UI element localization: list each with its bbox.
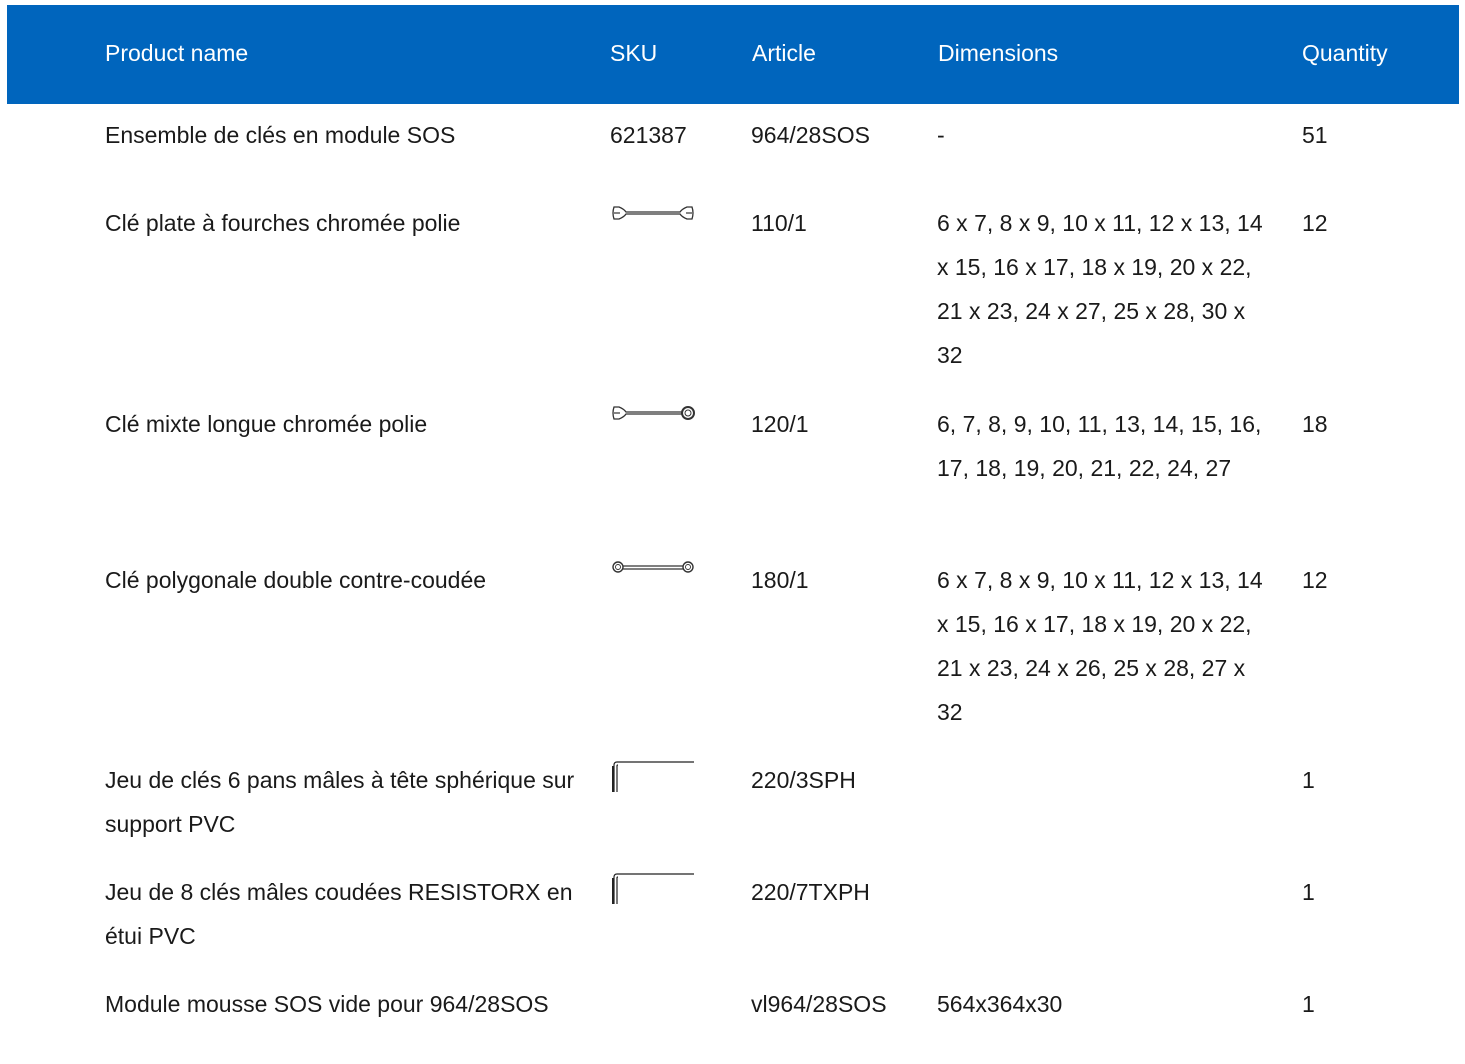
combination-wrench-icon [610,403,696,423]
quantity: 1 [1302,879,1315,905]
dimensions: 6 x 7, 8 x 9, 10 x 11, 12 x 13, 14 x 15,… [937,210,1263,368]
dimensions: 6, 7, 8, 9, 10, 11, 13, 14, 15, 16, 17, … [937,411,1262,481]
quantity: 18 [1302,411,1328,437]
quantity: 12 [1302,567,1328,593]
product-name: Jeu de clés 6 pans mâles à tête sphériqu… [105,767,575,837]
header-quantity: Quantity [1302,40,1388,66]
article: 180/1 [751,567,809,593]
dimensions: - [937,122,945,148]
quantity: 51 [1302,122,1328,148]
product-name: Ensemble de clés en module SOS [105,122,456,148]
header-article: Article [752,40,816,66]
ring-wrench-icon [610,558,696,578]
product-name: Module mousse SOS vide pour 964/28SOS [105,991,549,1017]
product-name: Jeu de 8 clés mâles coudées RESISTORX en… [105,879,573,949]
quantity: 12 [1302,210,1328,236]
article: 220/3SPH [751,767,856,793]
header-dimensions: Dimensions [938,40,1059,66]
article: 964/28SOS [751,122,870,148]
article: 120/1 [751,411,809,437]
product-name: Clé polygonale double contre-coudée [105,567,487,593]
torx-key-icon [610,872,696,906]
dimensions: 6 x 7, 8 x 9, 10 x 11, 12 x 13, 14 x 15,… [937,567,1263,725]
product-name: Clé mixte longue chromée polie [105,411,428,437]
sku: 621387 [610,122,687,148]
article: 110/1 [751,210,807,236]
product-name: Clé plate à fourches chromée polie [105,210,461,236]
article: vl964/28SOS [751,991,887,1017]
header-sku: SKU [610,40,658,66]
quantity: 1 [1302,991,1315,1017]
dimensions: 564x364x30 [937,991,1063,1017]
hex-key-icon [610,760,696,794]
quantity: 1 [1302,767,1315,793]
open-end-wrench-icon [610,203,696,223]
article: 220/7TXPH [751,879,870,905]
table-header: Product name SKU Article Dimensions Quan… [7,5,1459,104]
header-product-name: Product name [105,40,249,66]
